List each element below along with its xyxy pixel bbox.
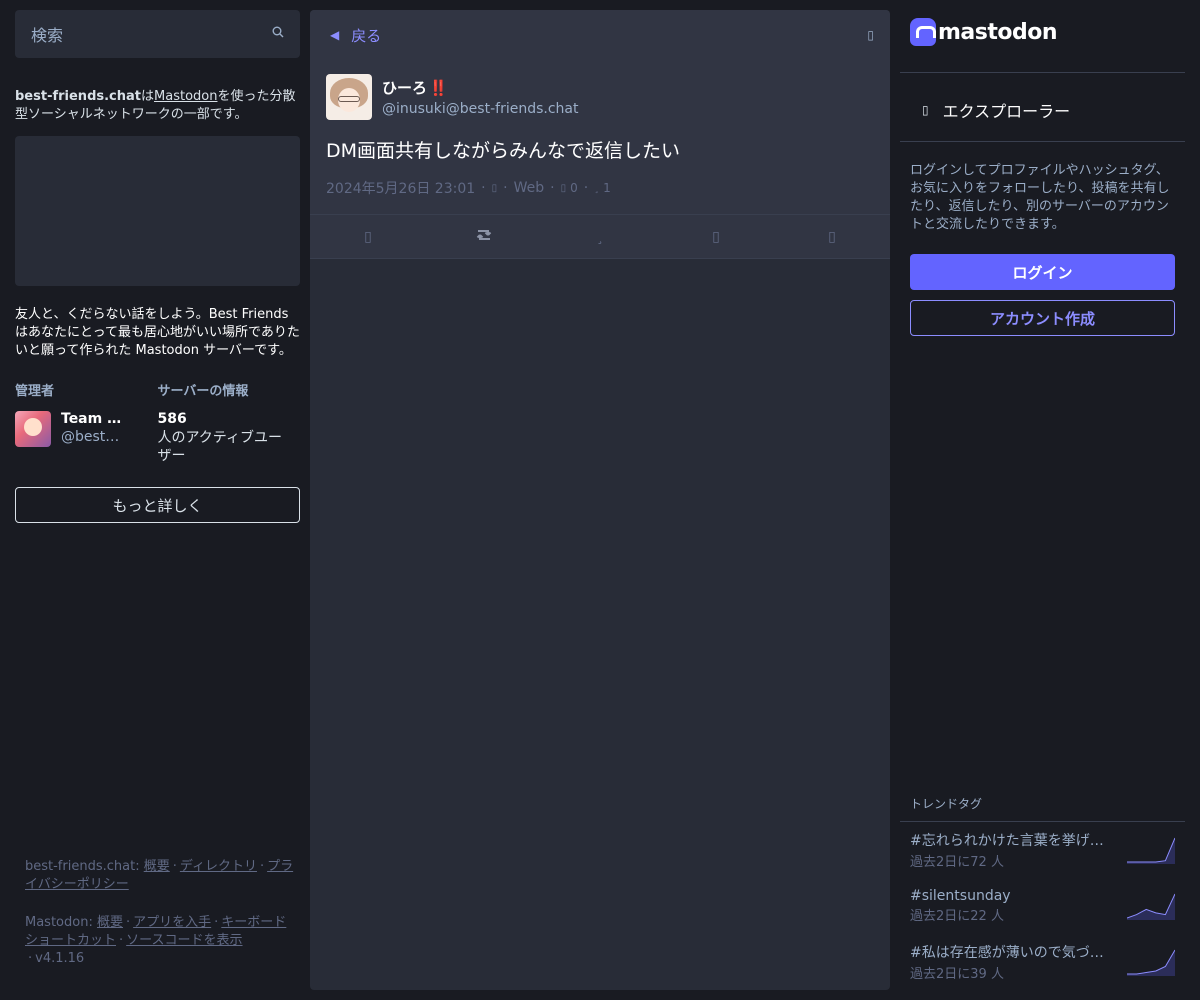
login-description: ログインしてプロファイルやハッシュタグ、お気に入りをフォローしたり、投稿を共有し…: [910, 163, 1170, 232]
back-label: 戻る: [351, 26, 382, 45]
login-button[interactable]: ログイン: [910, 254, 1175, 290]
server-description: 友人と、くだらない話をしよう。Best Friends はあなたにとって最も居心…: [15, 307, 300, 358]
status-application[interactable]: Web: [514, 180, 545, 196]
sparkline-area: [1127, 838, 1175, 864]
avatar[interactable]: [326, 74, 372, 120]
active-users-label: 人のアクティブユーザー: [157, 430, 282, 464]
logo-text: mastodon: [938, 19, 1058, 45]
double-exclamation-emoji: ‼️: [429, 79, 448, 97]
trend-item[interactable]: #忘れられかけた言葉を挙げていこう 過去2日に72 人: [910, 830, 1175, 870]
mastodon-logo[interactable]: mastodon: [910, 18, 1058, 46]
search-input[interactable]: 検索: [15, 10, 300, 58]
status-account[interactable]: ひーろ ‼️ @inusuki@best-friends.chat: [326, 74, 874, 120]
admin-heading: 管理者: [15, 384, 55, 399]
status-meta: 2024年5月26日 23:01 · ▯ · Web · ▯ 0 · ¸ 1: [326, 178, 611, 198]
server-info: 管理者 Team B... @best_... サーバーの情報 586 人のアク…: [15, 380, 300, 465]
mastodon-link[interactable]: Mastodon: [154, 89, 217, 104]
divider: [900, 72, 1185, 73]
trend-tag[interactable]: #silentsunday: [910, 888, 1110, 904]
nav-explore[interactable]: ▯ エクスプローラー: [922, 98, 1070, 122]
tagline-mid: は: [141, 89, 155, 104]
trend-sparkline: [1127, 837, 1175, 864]
footer-link-apps[interactable]: アプリを入手: [133, 915, 211, 930]
search-placeholder: 検索: [31, 26, 64, 45]
detailed-status-column: ◀ 戻る ▯ ひーろ ‼️ @inusuki@best-friends.chat …: [310, 10, 890, 990]
footer-link-source[interactable]: ソースコードを表示: [126, 933, 242, 948]
mastodon-footer: Mastodon: 概要 · アプリを入手 · キーボードショートカット · ソースコードを…: [25, 915, 287, 966]
status-content: DM画面共有しながらみんなで返信したい: [326, 140, 681, 162]
trend-uses: 過去2日に39 人: [910, 967, 1004, 982]
reblogs-count[interactable]: 0: [570, 181, 578, 195]
bookmark-icon[interactable]: ▯: [686, 229, 746, 245]
star-icon: ¸: [594, 182, 600, 194]
sparkline-area: [1127, 894, 1175, 920]
trend-item[interactable]: #silentsunday 過去2日に22 人: [910, 886, 1175, 926]
footer-links: best-friends.chat: 概要 · ディレクトリ · プライバシーポリシー …: [25, 858, 295, 968]
footer-link-directory[interactable]: ディレクトリ: [180, 859, 257, 874]
learn-more-button[interactable]: もっと詳しく: [15, 487, 300, 523]
divider: [900, 821, 1185, 822]
trend-sparkline: [1127, 893, 1175, 920]
favourite-icon[interactable]: ¸: [570, 229, 630, 245]
admin-name: Team B...: [61, 411, 123, 427]
chevron-left-icon: ◀: [330, 28, 340, 42]
status-timestamp[interactable]: 2024年5月26日 23:01: [326, 178, 475, 198]
left-column: 検索 best-friends.chatはMastodonを使った分散型ソーシャ…: [15, 10, 300, 990]
sliders-icon[interactable]: ▯: [867, 28, 874, 42]
active-users-count: 586: [157, 411, 187, 427]
server-stats-section: サーバーの情報 586 人のアクティブユーザー: [158, 380, 301, 465]
avatar[interactable]: [15, 411, 51, 447]
footer-link-about[interactable]: 概要: [144, 859, 170, 874]
search-icon[interactable]: [272, 26, 284, 42]
footer-link-mastodon-about[interactable]: 概要: [97, 915, 123, 930]
boost-icon[interactable]: [454, 228, 514, 246]
column-header: ◀ 戻る ▯: [310, 10, 890, 60]
trend-sparkline: [1127, 949, 1175, 976]
admin-account[interactable]: Team B... @best_...: [15, 411, 158, 447]
mastodon-logo-icon: [910, 18, 936, 46]
server-tagline: best-friends.chatはMastodonを使った分散型ソーシャルネッ…: [15, 88, 300, 124]
trend-tag[interactable]: #私は存在感が薄いので気づかれない: [910, 942, 1110, 962]
favourites-count[interactable]: 1: [603, 181, 611, 195]
signup-button[interactable]: アカウント作成: [910, 300, 1175, 336]
more-icon[interactable]: ▯: [802, 229, 862, 245]
back-button[interactable]: ◀ 戻る: [330, 25, 381, 46]
right-column: mastodon ▯ エクスプローラー ログインしてプロファイルやハッシュタグ、…: [900, 0, 1185, 1000]
trends-title: トレンドタグ: [910, 797, 983, 811]
retweet-icon: ▯: [560, 182, 567, 194]
globe-icon: ▯: [491, 182, 498, 194]
server-footer: best-friends.chat: 概要 · ディレクトリ · プライバシーポリシー: [25, 859, 294, 892]
server-domain: best-friends.chat: [15, 89, 141, 104]
divider: [900, 141, 1185, 142]
admin-handle: @best_...: [61, 429, 123, 445]
trend-uses: 過去2日に22 人: [910, 909, 1004, 924]
detailed-status: ひーろ ‼️ @inusuki@best-friends.chat DM画面共有し…: [310, 60, 890, 214]
account-handle: @inusuki@best-friends.chat: [382, 101, 579, 117]
explore-label: エクスプローラー: [942, 102, 1071, 121]
version-label: v4.1.16: [35, 951, 85, 966]
trend-item[interactable]: #私は存在感が薄いので気づかれない 過去2日に39 人: [910, 942, 1175, 982]
status-action-bar: ▯ ¸ ▯ ▯: [310, 214, 890, 259]
trend-uses: 過去2日に72 人: [910, 855, 1004, 870]
hashtag-icon: ▯: [922, 103, 929, 117]
reply-icon[interactable]: ▯: [338, 229, 398, 245]
server-hero-image: [15, 136, 300, 286]
server-info-heading: サーバーの情報: [157, 384, 249, 399]
admin-section: 管理者 Team B... @best_...: [15, 380, 158, 465]
trend-tag[interactable]: #忘れられかけた言葉を挙げていこう: [910, 830, 1110, 850]
display-name: ひーろ ‼️: [382, 79, 448, 97]
